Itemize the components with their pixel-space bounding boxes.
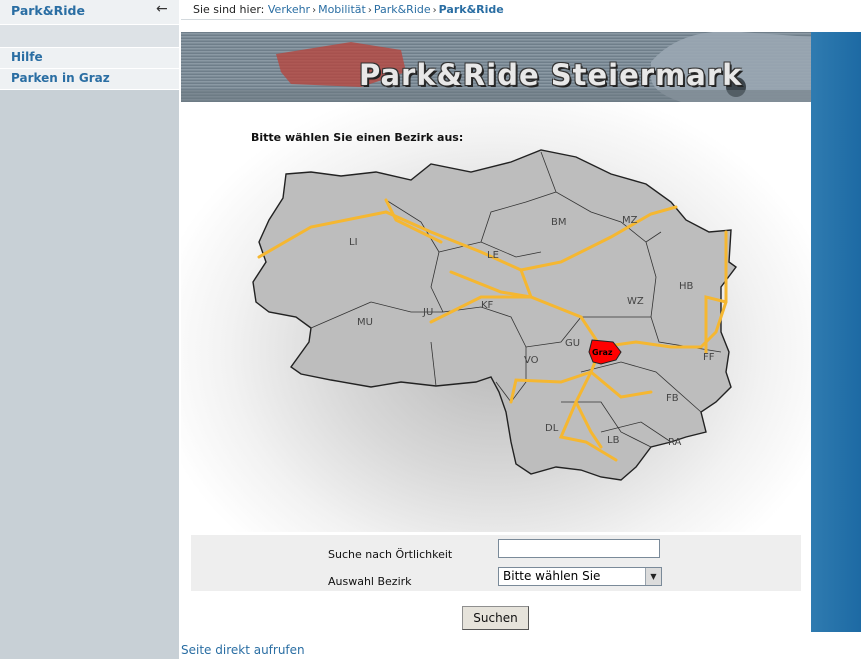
sidebar-spacer [0,25,179,47]
chevron-down-icon[interactable]: ▼ [645,568,661,585]
sidebar-header: Park&Ride ← [0,0,179,25]
breadcrumb-link-parkride[interactable]: Park&Ride [374,3,431,16]
right-accent-strip [811,32,861,632]
district-label-vo[interactable]: VO [524,355,539,366]
styria-outline [252,149,737,481]
location-label: Suche nach Örtlichkeit [328,548,453,561]
district-label-mu[interactable]: MU [357,317,373,328]
district-label-gu[interactable]: GU [565,338,580,349]
breadcrumb-prefix: Sie sind hier: [193,3,265,16]
breadcrumb-divider [181,19,480,20]
banner-title: Park&Ride Steiermark [359,58,743,92]
district-label-kf[interactable]: KF [481,300,494,311]
search-button[interactable]: Suchen [462,606,529,630]
sidebar-title[interactable]: Park&Ride [11,3,85,18]
sidebar-item-parken-in-graz[interactable]: Parken in Graz [0,68,179,90]
district-label-li[interactable]: LI [349,237,358,248]
district-label-hb[interactable]: HB [679,281,694,292]
sidebar-item-hilfe[interactable]: Hilfe [0,47,179,69]
breadcrumb: Sie sind hier: Verkehr › Mobilität › Park&Ri… [193,3,504,16]
sidebar-item-label[interactable]: Parken in Graz [11,71,110,85]
district-label-fb[interactable]: FB [666,393,679,404]
district-label-graz[interactable]: Graz [592,348,613,357]
search-panel [191,535,801,591]
breadcrumb-separator: › [367,5,372,16]
district-label-bm[interactable]: BM [551,217,567,228]
district-label-wz[interactable]: WZ [627,296,644,307]
district-label-lb[interactable]: LB [607,435,620,446]
sidebar-item-label[interactable]: Hilfe [11,50,43,64]
district-label: Auswahl Bezirk [328,575,412,588]
breadcrumb-link-verkehr[interactable]: Verkehr [268,3,310,16]
district-select-value[interactable]: Bitte wählen Sie [503,569,600,583]
district-label-mz[interactable]: MZ [622,215,638,226]
styria-district-map[interactable]: LI BM MZ LE HB KF WZ MU JU GU Graz FF VO… [181,102,811,532]
district-label-dl[interactable]: DL [545,423,559,434]
breadcrumb-link-mobilitaet[interactable]: Mobilität [318,3,366,16]
header-banner: Park&Ride Steiermark [181,32,811,102]
arrow-left-icon[interactable]: ← [156,1,168,17]
direct-page-link[interactable]: Seite direkt aufrufen [181,643,305,657]
breadcrumb-separator: › [432,5,437,16]
district-label-le[interactable]: LE [487,250,499,261]
district-label-ra[interactable]: RA [668,437,682,448]
breadcrumb-current: Park&Ride [438,3,504,16]
district-select[interactable]: Bitte wählen Sie ▼ [498,567,662,586]
location-search-input[interactable] [498,539,660,558]
sidebar: Park&Ride ← Hilfe Parken in Graz [0,0,179,659]
district-label-ff[interactable]: FF [703,352,715,363]
district-label-ju[interactable]: JU [422,307,433,318]
breadcrumb-separator: › [312,5,317,16]
